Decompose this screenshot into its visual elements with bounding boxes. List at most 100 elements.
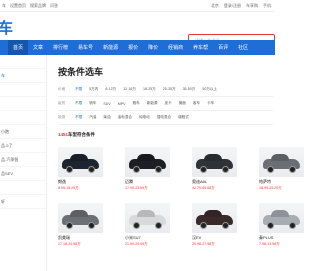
filter-option[interactable]: 不限 [75,115,82,120]
car-wheel [66,222,73,229]
car-name[interactable]: 秦PLUS [259,235,311,241]
filter-option[interactable]: 不限 [75,87,82,92]
nav-item-community[interactable]: 社区 [233,40,253,55]
nav-item-articles[interactable]: 文章 [28,40,48,55]
nav-item-reviews[interactable]: 百评 [213,40,233,55]
sidebar-item[interactable] [0,181,46,195]
sidebar-item[interactable] [0,111,46,125]
sidebar-item[interactable] [0,83,46,97]
car-name[interactable]: 凯美瑞 [58,235,110,241]
sidebar-item[interactable] [0,97,46,111]
car-image[interactable] [259,147,304,177]
car-image[interactable] [125,203,170,233]
car-image[interactable] [259,203,304,233]
nav-item-rankings[interactable]: 排行榜 [48,40,73,55]
sidebar-item[interactable]: 轩 [0,195,46,209]
car-image[interactable] [58,203,103,233]
car-wheel [222,222,229,229]
sidebar-item[interactable]: 品SEV [0,167,46,181]
city-selector[interactable]: 北京 [211,3,219,9]
car-wheel [267,222,274,229]
nav-item-home[interactable]: 首页 [8,40,29,55]
nav-item-new-energy[interactable]: 新能源 [98,40,123,55]
filter-option[interactable]: 汽油 [89,115,96,120]
nav-item-dealers[interactable]: 经销商 [163,40,188,55]
sidebar-item[interactable]: 小跑 [0,125,46,139]
car-card[interactable]: 朗逸 8.99-15.29万 [58,147,110,191]
car-wheel [66,166,73,173]
filter-option[interactable]: 新能源 [147,101,158,106]
car-name[interactable]: 汉EV [192,235,244,241]
car-image[interactable] [192,203,237,233]
car-card[interactable]: 迈腾 17.99-23.69万 [125,147,177,191]
sidebar-item[interactable]: 车 [0,69,46,83]
car-price: 42.79-65.68万 [192,186,215,190]
filter-option[interactable]: MPV [118,102,126,106]
filter-option[interactable]: 插电混合 [157,115,171,120]
filter-option[interactable]: 微面 [179,101,186,106]
car-price: 17.18-20.98万 [58,242,81,246]
car-price: 20.98-27.98万 [192,242,215,246]
car-price: 7.98-13.98万 [259,242,280,246]
car-card[interactable]: 帕萨特 18.99-25.29万 [259,147,311,191]
nav-item-price[interactable]: 报价 [123,40,143,55]
car-name[interactable]: 迈腾 [125,179,177,185]
top-link[interactable]: 设置首页 [10,3,26,9]
car-card[interactable]: 凯美瑞 17.18-20.98万 [58,203,110,247]
filter-option[interactable]: 35-50万 [183,87,196,92]
sidebar-item[interactable] [0,55,46,69]
filter-option[interactable]: 皮卡 [165,101,172,106]
filter-option[interactable]: SUV [103,102,110,106]
filter-option[interactable]: 柴油 [103,115,110,120]
filter-option[interactable]: 18-25万 [143,87,156,92]
top-link[interactable]: 问答 [50,3,58,9]
mobile-link[interactable]: 手机 [263,3,271,9]
nav-item-yiche-account[interactable]: 易车号 [73,40,98,55]
car-wheel [289,222,296,229]
filter-row-class: 级别 不限 轿车 SUV MPV 跑车 新能源 皮卡 微面 客车 卡车 [58,97,273,111]
top-link[interactable]: 搜索品牌 [30,3,46,9]
filter-option[interactable]: 8-12万 [105,87,116,92]
car-image[interactable] [125,147,170,177]
car-card[interactable]: 秦PLUS 7.98-13.98万 [259,203,311,247]
filter-option[interactable]: 不限 [75,101,82,106]
car-card[interactable]: 小米SU7 21.59-29.99万 [125,203,177,247]
main-content: 按条件选车 价格 不限 5万内 8-12万 12-18万 18-25万 25-3… [48,55,304,271]
car-image[interactable] [58,147,103,177]
car-wheel [222,166,229,173]
top-link[interactable]: 车 [2,3,6,9]
nav-item-car-care[interactable]: 养车帮 [188,40,213,55]
top-right-links: 北京 登录/注册 车享购 手机 [211,3,275,9]
nav-item-discount[interactable]: 降价 [143,40,163,55]
car-card[interactable]: 汉EV 20.98-27.98万 [192,203,244,247]
filter-option[interactable]: 油电混合 [118,115,132,120]
car-wheel [200,222,207,229]
car-name[interactable]: 朗逸 [58,179,110,185]
filter-option[interactable]: 12-18万 [123,87,136,92]
car-wheel [155,166,162,173]
filter-panel: 价格 不限 5万内 8-12万 12-18万 18-25万 25-35万 35-… [58,83,273,125]
filter-option[interactable]: 纯电动 [139,115,150,120]
filter-option[interactable]: 增程式 [178,115,189,120]
filter-option[interactable]: 轿车 [89,101,96,106]
site-logo[interactable]: 车 [0,17,13,38]
filter-option[interactable]: 跑车 [133,101,140,106]
filter-option[interactable]: 50万以上 [202,87,217,92]
sidebar-item[interactable]: 品-汽季智 [0,153,46,167]
top-link[interactable]: 车享购 [246,3,258,9]
filter-option[interactable]: 5万内 [89,87,98,92]
login-link[interactable]: 登录/注册 [224,3,241,9]
car-name[interactable]: 奥迪A6L [192,179,244,185]
car-image[interactable] [192,147,237,177]
filter-row-price: 价格 不限 5万内 8-12万 12-18万 18-25万 25-35万 35-… [58,83,273,97]
car-wheel [133,166,140,173]
filter-label: 级别 [58,101,66,105]
car-name[interactable]: 帕萨特 [259,179,311,185]
filter-option[interactable]: 卡车 [207,101,214,106]
car-name[interactable]: 小米SU7 [125,235,177,241]
sidebar-item[interactable]: 品-5了 [0,139,46,153]
filter-label: 能源 [58,115,66,119]
car-card[interactable]: 奥迪A6L 42.79-65.68万 [192,147,244,191]
filter-option[interactable]: 25-35万 [163,87,176,92]
filter-option[interactable]: 客车 [193,101,200,106]
